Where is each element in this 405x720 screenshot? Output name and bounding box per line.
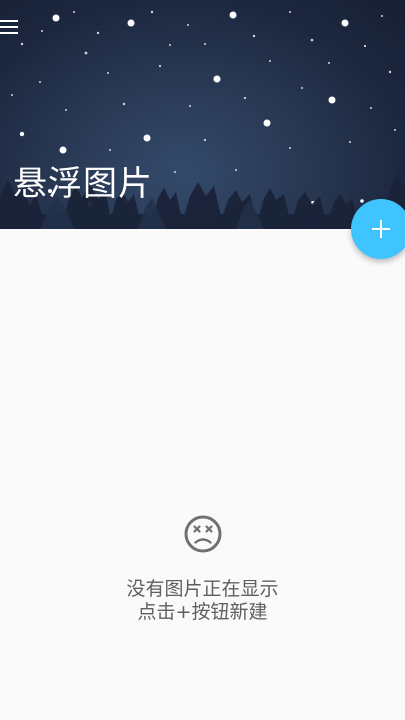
page-title: 悬浮图片 [13, 164, 153, 204]
menu-icon [0, 20, 18, 22]
empty-state: 没有图片正在显示 点击+按钮新建 [0, 514, 405, 624]
sad-face-icon [184, 515, 221, 553]
menu-icon-bar [0, 26, 18, 28]
empty-state-message: 没有图片正在显示 [126, 578, 279, 600]
empty-state-hint: 点击+按钮新建 [137, 601, 268, 623]
plus-icon [372, 220, 390, 238]
header-banner: 悬浮图片 [0, 0, 405, 229]
add-image-button[interactable] [351, 199, 405, 259]
menu-icon-bar [0, 32, 18, 34]
menu-button[interactable] [0, 18, 22, 40]
